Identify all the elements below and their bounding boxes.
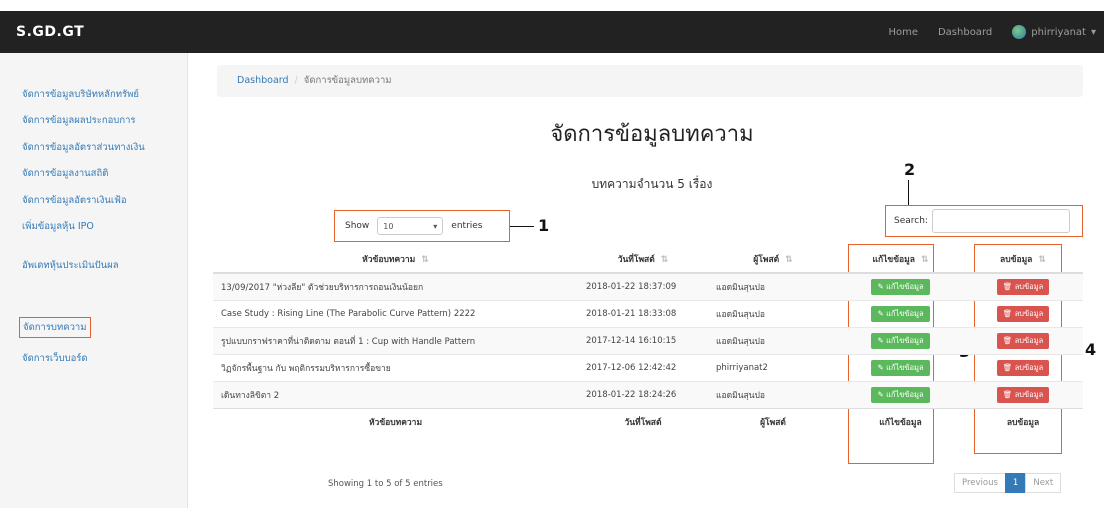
article-date: 2018-01-21 18:33:08 <box>578 300 708 328</box>
article-date: 2017-12-06 12:42:42 <box>578 354 708 382</box>
article-title: วิฏจักรพื้นฐาน กับ พฤติกรรมบริหารการซื้อ… <box>213 354 578 382</box>
pagination-page-1[interactable]: 1 <box>1004 473 1027 493</box>
table-info: Showing 1 to 5 of 5 entries <box>328 479 443 489</box>
sidebar-item-ipo[interactable]: เพิ่มข้อมูลหุ้น IPO <box>22 219 94 234</box>
brand-logo[interactable]: S.GD.GT <box>16 24 84 40</box>
col-header-edit[interactable]: แก้ไขข้อมูล ⇅ <box>838 246 963 274</box>
col-header-title[interactable]: หัวข้อบทความ ⇅ <box>213 246 578 274</box>
table-row: Case Study : Rising Line (The Parabolic … <box>213 300 1083 328</box>
user-name: phirriyanat <box>1031 26 1086 38</box>
trash-icon: 🗑 <box>1002 363 1015 372</box>
entries-select[interactable]: 10 ▾ <box>377 217 444 235</box>
pagination: Previous 1 Next <box>954 473 1062 493</box>
trash-icon: 🗑 <box>1002 282 1015 291</box>
table-length-control: Show 10 ▾ entries <box>334 210 510 242</box>
sort-icon: ⇅ <box>421 255 429 265</box>
sidebar-item-dividend[interactable]: อัพเดทหุ้นประเมินปันผล <box>22 258 119 273</box>
sort-icon: ⇅ <box>920 255 929 265</box>
table-header-row: หัวข้อบทความ ⇅ วันที่โพสต์ ⇅ ผู้โพสต์ ⇅ แก้… <box>213 246 1083 274</box>
trash-icon: 🗑 <box>1002 390 1015 399</box>
footer-delete: ลบข้อมูล <box>963 408 1083 435</box>
avatar <box>1012 25 1027 39</box>
articles-table: หัวข้อบทความ ⇅ วันที่โพสต์ ⇅ ผู้โพสต์ ⇅ แก้… <box>213 246 1083 435</box>
delete-button[interactable]: 🗑 ลบข้อมูล <box>996 333 1050 349</box>
sidebar-item-inflation[interactable]: จัดการข้อมูลอัตราเงินเฟ้อ <box>22 193 127 208</box>
edit-icon: ✎ <box>877 390 887 399</box>
col-header-date[interactable]: วันที่โพสต์ ⇅ <box>578 246 708 274</box>
edit-icon: ✎ <box>877 363 887 372</box>
article-count: บทความจำนวน 5 เรื่อง <box>591 177 713 191</box>
sidebar-item-articles[interactable]: จัดการบทความ <box>19 317 91 338</box>
article-date: 2018-01-22 18:24:26 <box>578 381 708 409</box>
edit-button[interactable]: ✎ แก้ไขข้อมูล <box>871 333 930 349</box>
breadcrumb: Dashboard / จัดการข้อมูลบทความ <box>217 65 1083 97</box>
delete-button[interactable]: 🗑 ลบข้อมูล <box>996 360 1050 376</box>
edit-icon: ✎ <box>877 336 887 345</box>
pagination-next[interactable]: Next <box>1025 473 1062 493</box>
callout-line-2 <box>908 180 909 205</box>
article-title: รูปแบบกราฟราคาที่น่าติดตาม ตอนที่ 1 : Cu… <box>213 327 578 355</box>
delete-button[interactable]: 🗑 ลบข้อมูล <box>996 279 1050 295</box>
callout-number-4: 4 <box>1085 340 1097 359</box>
pagination-previous[interactable]: Previous <box>954 473 1006 493</box>
sort-icon: ⇅ <box>660 255 669 265</box>
user-menu[interactable]: phirriyanat ▾ <box>1012 25 1096 39</box>
article-title: เดินทางลิขิตา 2 <box>213 381 578 409</box>
table-footer-row: หัวข้อบทความ วันที่โพสต์ ผู้โพสต์ แก้ไขข… <box>213 408 1083 435</box>
footer-date: วันที่โพสต์ <box>578 408 708 435</box>
article-author: แอดมินสุนปอ <box>708 327 838 355</box>
table-row: 13/09/2017 "ห่วงลีย" ตัวช่วยบริหารการถอน… <box>213 272 1083 301</box>
callout-line-1 <box>510 226 534 227</box>
show-label: Show <box>345 221 370 231</box>
edit-button[interactable]: ✎ แก้ไขข้อมูล <box>871 279 930 295</box>
footer-title: หัวข้อบทความ <box>213 408 578 435</box>
article-author: phirriyanat2 <box>708 354 838 382</box>
edit-button[interactable]: ✎ แก้ไขข้อมูล <box>871 360 930 376</box>
sidebar-item-securities[interactable]: จัดการข้อมูลบริษัทหลักทรัพย์ <box>22 87 139 102</box>
article-author: แอดมินสุนปอ <box>708 300 838 328</box>
search-label: Search: <box>894 216 928 226</box>
article-title: 13/09/2017 "ห่วงลีย" ตัวช่วยบริหารการถอน… <box>213 272 578 301</box>
callout-number-1: 1 <box>538 216 550 235</box>
breadcrumb-home[interactable]: Dashboard <box>237 75 289 86</box>
callout-number-2: 2 <box>904 160 916 179</box>
article-date: 2018-01-22 18:37:09 <box>578 272 708 301</box>
table-search-control: Search: <box>885 205 1083 237</box>
footer-edit: แก้ไขข้อมูล <box>838 408 963 435</box>
article-author: แอดมินสุนปอ <box>708 381 838 409</box>
nav-home-link[interactable]: Home <box>888 27 918 38</box>
search-input[interactable] <box>931 209 1070 233</box>
article-author: แอดมินสุนปอ <box>708 272 838 301</box>
top-nav-links: Home Dashboard phirriyanat ▾ <box>888 25 1096 39</box>
table-row: รูปแบบกราฟราคาที่น่าติดตาม ตอนที่ 1 : Cu… <box>213 327 1083 355</box>
entries-value: 10 <box>383 221 394 231</box>
entries-label: entries <box>451 221 483 231</box>
edit-button[interactable]: ✎ แก้ไขข้อมูล <box>871 387 930 403</box>
trash-icon: 🗑 <box>1002 336 1015 345</box>
col-header-delete[interactable]: ลบข้อมูล ⇅ <box>963 246 1083 274</box>
caret-down-icon: ▾ <box>1090 26 1096 38</box>
sort-icon: ⇅ <box>1038 255 1046 265</box>
chevron-down-icon: ▾ <box>433 221 438 231</box>
edit-icon: ✎ <box>877 309 887 318</box>
sort-icon: ⇅ <box>785 255 793 265</box>
top-navbar: S.GD.GT Home Dashboard phirriyanat ▾ <box>0 11 1104 53</box>
breadcrumb-current: จัดการข้อมูลบทความ <box>303 75 392 86</box>
breadcrumb-separator: / <box>294 75 298 86</box>
page-title: จัดการข้อมูลบทความ <box>550 122 754 147</box>
table-row: วิฏจักรพื้นฐาน กับ พฤติกรรมบริหารการซื้อ… <box>213 354 1083 382</box>
trash-icon: 🗑 <box>1002 309 1015 318</box>
edit-button[interactable]: ✎ แก้ไขข้อมูล <box>871 306 930 322</box>
nav-dashboard-link[interactable]: Dashboard <box>938 27 992 38</box>
table-row: เดินทางลิขิตา 2 2018-01-22 18:24:26 แอดม… <box>213 381 1083 409</box>
footer-author: ผู้โพสต์ <box>708 408 838 435</box>
delete-button[interactable]: 🗑 ลบข้อมูล <box>996 306 1050 322</box>
sidebar-item-webboard[interactable]: จัดการเว็บบอร์ด <box>22 351 88 366</box>
article-date: 2017-12-14 16:10:15 <box>578 327 708 355</box>
delete-button[interactable]: 🗑 ลบข้อมูล <box>996 387 1050 403</box>
article-title: Case Study : Rising Line (The Parabolic … <box>213 300 578 328</box>
col-header-author[interactable]: ผู้โพสต์ ⇅ <box>708 246 838 274</box>
edit-icon: ✎ <box>877 282 887 291</box>
